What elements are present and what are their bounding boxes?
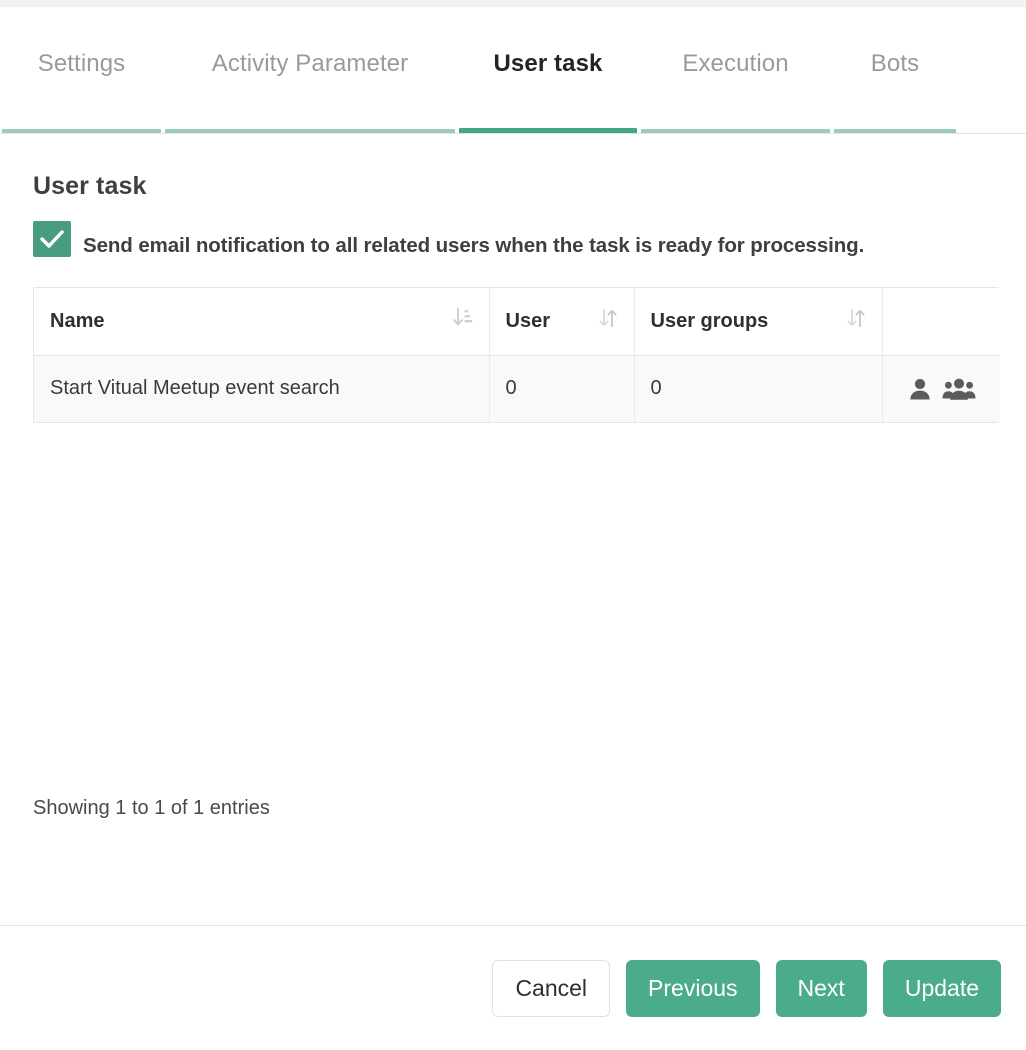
column-label: User groups <box>650 309 769 332</box>
tab-label: Execution <box>682 50 789 77</box>
column-header-user[interactable]: User <box>489 288 635 356</box>
tab-label: Bots <box>870 50 920 77</box>
email-notification-checkbox[interactable] <box>33 221 71 257</box>
table-row[interactable]: Start Vitual Meetup event search 0 0 <box>34 355 1000 423</box>
cell-user-groups: 0 <box>634 355 883 423</box>
column-header-name[interactable]: Name <box>34 288 490 356</box>
cell-user: 0 <box>489 355 635 423</box>
main-content: User task Send email notification to all… <box>0 134 1026 925</box>
table-info: Showing 1 to 1 of 1 entries <box>33 797 270 819</box>
tab-activity-parameter[interactable]: Activity Parameter <box>163 7 457 134</box>
previous-button[interactable]: Previous <box>626 959 760 1017</box>
check-icon <box>40 230 64 248</box>
tab-label: Activity Parameter <box>211 50 409 77</box>
next-button[interactable]: Next <box>775 959 867 1017</box>
user-task-table: Name User User groups Start Vitual Meetu… <box>33 287 1000 424</box>
tab-bar: Settings Activity Parameter User task Ex… <box>0 7 1026 134</box>
cell-name: Start Vitual Meetup event search <box>34 355 490 423</box>
sort-updown-icon <box>598 307 618 335</box>
dialog-footer: Cancel Previous Next Update <box>0 926 1026 1050</box>
column-header-actions <box>882 288 1000 356</box>
tab-execution[interactable]: Execution <box>639 7 832 134</box>
column-header-user-groups[interactable]: User groups <box>634 288 883 356</box>
user-task-dialog: Settings Activity Parameter User task Ex… <box>0 0 1026 1050</box>
tab-label: User task <box>493 50 603 77</box>
cell-actions <box>882 355 1000 423</box>
tab-user-task[interactable]: User task <box>457 7 639 134</box>
email-notification-checkbox-row[interactable]: Send email notification to all related u… <box>33 221 913 261</box>
table-header-row: Name User User groups <box>34 288 1000 356</box>
cancel-button[interactable]: Cancel <box>492 959 611 1017</box>
top-strip <box>0 0 1026 7</box>
update-button[interactable]: Update <box>882 959 1001 1017</box>
page-title: User task <box>33 172 147 200</box>
tab-settings[interactable]: Settings <box>0 7 163 134</box>
tab-bots[interactable]: Bots <box>832 7 958 134</box>
column-label: Name <box>50 309 105 332</box>
sort-amount-down-icon <box>452 307 473 335</box>
email-notification-label: Send email notification to all related u… <box>83 234 865 257</box>
column-label: User <box>505 309 550 332</box>
tab-label: Settings <box>37 50 126 77</box>
user-icon[interactable] <box>907 376 933 402</box>
sort-updown-icon <box>846 307 866 335</box>
users-icon[interactable] <box>942 376 976 402</box>
